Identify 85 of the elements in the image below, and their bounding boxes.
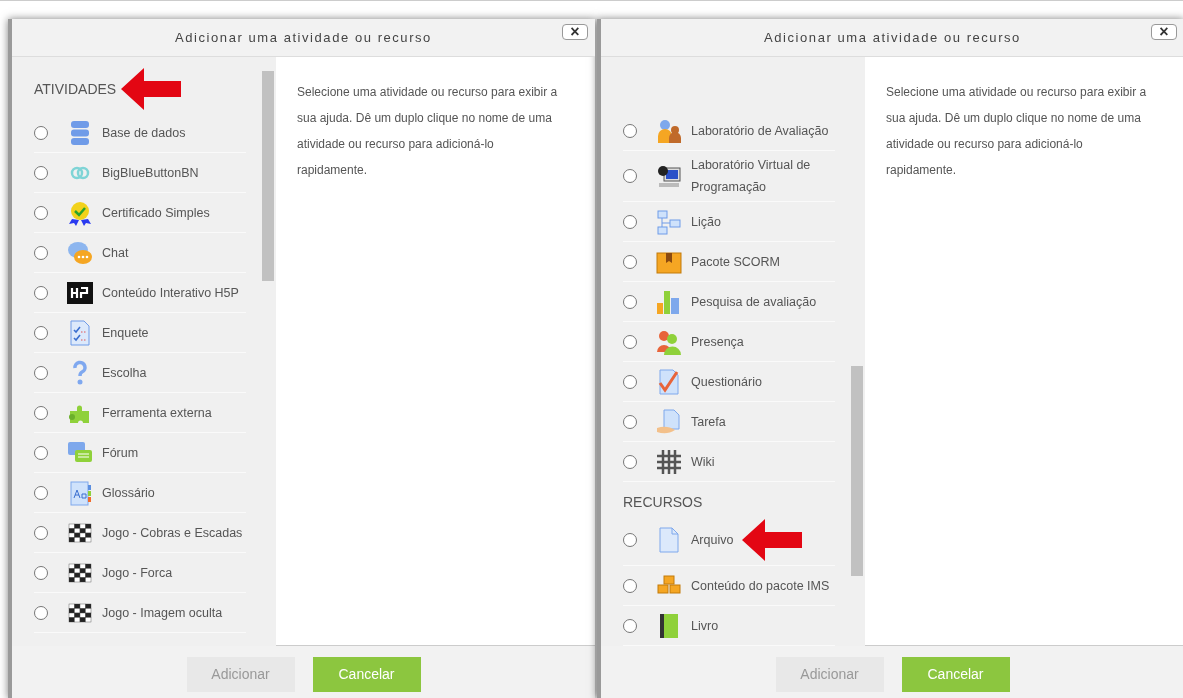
radio-button[interactable] bbox=[34, 365, 48, 380]
radio-button[interactable] bbox=[623, 533, 637, 547]
radio-button[interactable] bbox=[623, 414, 637, 429]
module-label: Chat bbox=[102, 244, 129, 262]
module-option[interactable]: Questionário bbox=[623, 362, 835, 402]
module-label: Arquivo bbox=[691, 532, 734, 549]
module-option[interactable]: Wiki bbox=[623, 442, 835, 482]
module-option[interactable]: Jogo - Forca bbox=[34, 553, 246, 593]
radio-button[interactable] bbox=[34, 125, 48, 140]
module-option[interactable]: Presença bbox=[623, 322, 835, 362]
module-option[interactable]: Jogo - Cobras e Escadas bbox=[34, 513, 246, 553]
radio-button[interactable] bbox=[34, 245, 48, 260]
module-label: Lição bbox=[691, 213, 721, 231]
module-label: Jogo - Cobras e Escadas bbox=[102, 524, 243, 542]
radio-button[interactable] bbox=[34, 405, 48, 420]
module-option[interactable]: Base de dados bbox=[34, 113, 246, 153]
module-label: Jogo - Forca bbox=[102, 564, 173, 582]
module-option[interactable]: BigBlueButtonBN bbox=[34, 153, 246, 193]
lesson-icon bbox=[655, 207, 683, 236]
module-option[interactable]: Chat bbox=[34, 233, 246, 273]
module-label: Glossário bbox=[102, 484, 155, 502]
close-button[interactable]: × bbox=[562, 24, 588, 40]
assignment-icon bbox=[655, 407, 683, 436]
module-label: Fórum bbox=[102, 444, 139, 462]
module-option[interactable]: Lição bbox=[623, 202, 835, 242]
module-label: Livro bbox=[691, 617, 719, 635]
radio-button[interactable] bbox=[623, 578, 637, 593]
module-label: Enquete bbox=[102, 324, 149, 342]
radio-button[interactable] bbox=[34, 485, 48, 500]
close-button[interactable]: × bbox=[1151, 24, 1177, 40]
module-option[interactable]: Fórum bbox=[34, 433, 246, 473]
module-label: Tarefa bbox=[691, 413, 726, 431]
module-option[interactable]: Enquete bbox=[34, 313, 246, 353]
module-option[interactable]: Certificado Simples bbox=[34, 193, 246, 233]
radio-button[interactable] bbox=[623, 374, 637, 389]
module-label: Jogo - Imagem oculta bbox=[102, 604, 223, 622]
module-option[interactable]: Laboratório de Avaliação bbox=[623, 111, 835, 151]
module-option[interactable]: Escolha bbox=[34, 353, 246, 393]
help-text: Selecione uma atividade ou recurso para exibir a sua ajuda. Dê um duplo clique no nome de uma atividade ou recurso para adicioná-lo rapidamente. bbox=[297, 84, 559, 179]
module-label: Base de dados bbox=[102, 124, 186, 142]
module-option[interactable]: Glossário bbox=[34, 473, 246, 513]
radio-button[interactable] bbox=[34, 605, 48, 620]
radio-button[interactable] bbox=[34, 165, 48, 180]
module-label: Questionário bbox=[691, 373, 762, 391]
module-label: BigBlueButtonBN bbox=[102, 164, 199, 182]
module-option[interactable]: Pesquisa de avaliação bbox=[623, 282, 835, 322]
radio-button[interactable] bbox=[623, 123, 637, 138]
module-option[interactable]: Tarefa bbox=[623, 402, 835, 442]
radio-button[interactable] bbox=[623, 169, 637, 183]
radio-button[interactable] bbox=[34, 445, 48, 460]
dialog-title: Adicionar uma atividade ou recurso bbox=[175, 28, 432, 47]
radio-button[interactable] bbox=[623, 618, 637, 633]
module-label: Presença bbox=[691, 333, 744, 351]
module-label: Certificado Simples bbox=[102, 204, 210, 222]
module-option[interactable]: Conteúdo Interativo H5P bbox=[34, 273, 246, 313]
section-heading: ATIVIDADES bbox=[34, 79, 117, 99]
module-label: Laboratório Virtual de Programação bbox=[691, 157, 812, 196]
module-label: Laboratório de Avaliação bbox=[691, 122, 829, 140]
module-label: Pacote SCORM bbox=[691, 253, 780, 271]
dialog-title: Adicionar uma atividade ou recurso bbox=[764, 28, 1021, 47]
module-option[interactable]: Ferramenta externa bbox=[34, 393, 246, 433]
module-option[interactable]: Laboratório Virtual de Programação bbox=[623, 151, 835, 202]
module-label: Escolha bbox=[102, 364, 147, 382]
radio-button[interactable] bbox=[623, 214, 637, 229]
module-option[interactable]: Conteúdo do pacote IMS bbox=[623, 566, 835, 606]
module-label: Conteúdo Interativo H5P bbox=[102, 284, 239, 302]
radio-button[interactable] bbox=[34, 325, 48, 340]
module-label: Wiki bbox=[691, 453, 715, 471]
module-label: Ferramenta externa bbox=[102, 404, 212, 422]
section-heading: RECURSOS bbox=[623, 493, 703, 512]
radio-button[interactable] bbox=[623, 254, 637, 269]
module-option[interactable]: Arquivo bbox=[623, 515, 835, 566]
radio-button[interactable] bbox=[34, 285, 48, 300]
radio-button[interactable] bbox=[34, 525, 48, 540]
radio-button[interactable] bbox=[623, 294, 637, 309]
radio-button[interactable] bbox=[623, 454, 637, 469]
module-option[interactable]: Jogo - Imagem oculta bbox=[34, 593, 246, 633]
module-option[interactable]: Pacote SCORM bbox=[623, 242, 835, 282]
radio-button[interactable] bbox=[34, 565, 48, 580]
module-label: Conteúdo do pacote IMS bbox=[691, 577, 830, 595]
wiki-icon bbox=[655, 447, 683, 476]
radio-button[interactable] bbox=[34, 205, 48, 220]
help-text: Selecione uma atividade ou recurso para exibir a sua ajuda. Dê um duplo clique no nome de uma atividade ou recurso para adicioná-lo rapidamente. bbox=[886, 84, 1148, 179]
module-label: Pesquisa de avaliação bbox=[691, 293, 817, 311]
radio-button[interactable] bbox=[623, 334, 637, 349]
